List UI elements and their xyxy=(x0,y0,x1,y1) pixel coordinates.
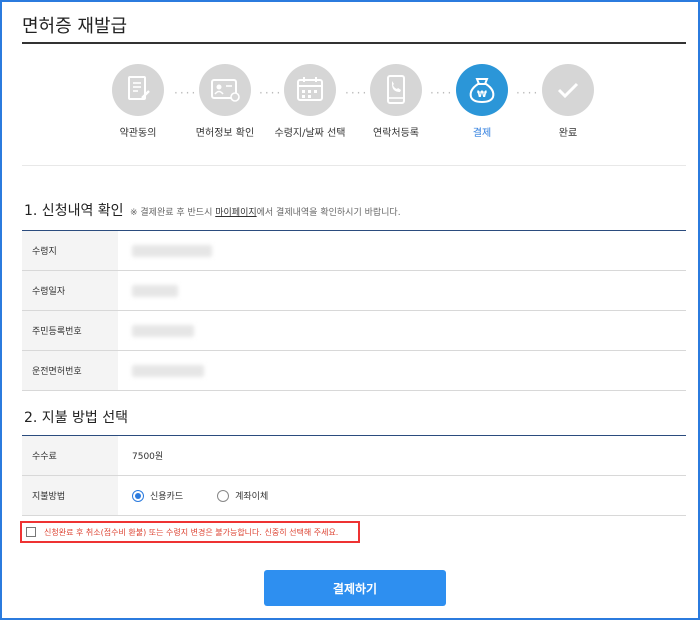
title-divider xyxy=(22,42,686,44)
table-row: 운전면허번호 xyxy=(22,351,686,391)
document-icon xyxy=(112,64,164,116)
table-row: 수령일자 xyxy=(22,271,686,311)
steps-divider xyxy=(22,165,686,166)
step-label: 완료 xyxy=(558,128,578,139)
step-terms: 약관동의 xyxy=(88,64,188,139)
note-prefix: ※ 결제완료 후 반드시 xyxy=(130,208,216,218)
row-label: 수령지 xyxy=(22,231,118,270)
payment-method-options: 신용카드 계좌이체 xyxy=(118,489,302,502)
radio-bank-transfer[interactable]: 계좌이체 xyxy=(217,489,268,502)
step-label: 연락처등록 xyxy=(373,128,419,139)
section-note: ※ 결제완료 후 반드시 마이페이지에서 결제내역을 확인하시기 바랍니다. xyxy=(130,205,401,218)
payment-table: 수수료 7500원 지불방법 신용카드 계좌이체 xyxy=(22,435,686,516)
pay-button[interactable]: 결제하기 xyxy=(264,570,446,606)
id-card-icon xyxy=(199,64,251,116)
row-label: 수령일자 xyxy=(22,271,118,310)
row-label: 주민등록번호 xyxy=(22,311,118,350)
table-row: 지불방법 신용카드 계좌이체 xyxy=(22,476,686,516)
row-value-redacted xyxy=(118,364,204,377)
step-label: 수령지/날짜 선택 xyxy=(274,128,346,139)
payment-method-label: 지불방법 xyxy=(22,476,118,515)
radio-label: 신용카드 xyxy=(150,492,184,502)
step-complete: 완료 xyxy=(518,64,618,139)
radio-label: 계좌이체 xyxy=(235,492,269,502)
step-payment: ₩ 결제 xyxy=(432,64,532,139)
phone-icon xyxy=(370,64,422,116)
application-table: 수령지 수령일자 주민등록번호 운전면허번호 xyxy=(22,230,686,391)
svg-text:₩: ₩ xyxy=(477,90,487,100)
radio-credit-card[interactable]: 신용카드 xyxy=(132,489,183,502)
calendar-icon xyxy=(284,64,336,116)
page-title: 면허증 재발급 xyxy=(22,16,128,37)
radio-button[interactable] xyxy=(132,489,144,502)
agreement-notice: 신청완료 후 취소(접수비 환불) 또는 수령지 변경은 불가능합니다. 신중히… xyxy=(20,521,360,543)
note-suffix: 에서 결제내역을 확인하시기 바랍니다. xyxy=(256,208,401,218)
table-row: 수수료 7500원 xyxy=(22,436,686,476)
row-label: 운전면허번호 xyxy=(22,351,118,390)
money-bag-icon: ₩ xyxy=(456,64,508,116)
agreement-text: 신청완료 후 취소(접수비 환불) 또는 수령지 변경은 불가능합니다. 신중히… xyxy=(44,527,339,537)
step-contact: 연락처등록 xyxy=(346,64,446,139)
section-title-payment-method: 2. 지불 방법 선택 xyxy=(24,410,128,426)
table-row: 주민등록번호 xyxy=(22,311,686,351)
step-pickup-date: 수령지/날짜 선택 xyxy=(260,64,360,139)
radio-button[interactable] xyxy=(217,489,230,502)
check-icon xyxy=(542,64,594,116)
fee-label: 수수료 xyxy=(22,436,118,475)
step-label: 약관동의 xyxy=(119,128,157,139)
row-value-redacted xyxy=(118,244,212,257)
step-label: 결제 xyxy=(472,128,492,139)
mypage-link[interactable]: 마이페이지 xyxy=(215,208,256,218)
fee-value: 7500원 xyxy=(132,452,164,462)
agreement-checkbox[interactable] xyxy=(26,527,36,537)
row-value-redacted xyxy=(118,324,194,337)
section-title-application: 1. 신청내역 확인 xyxy=(24,203,124,219)
table-row: 수령지 xyxy=(22,231,686,271)
row-value-redacted xyxy=(118,284,178,297)
